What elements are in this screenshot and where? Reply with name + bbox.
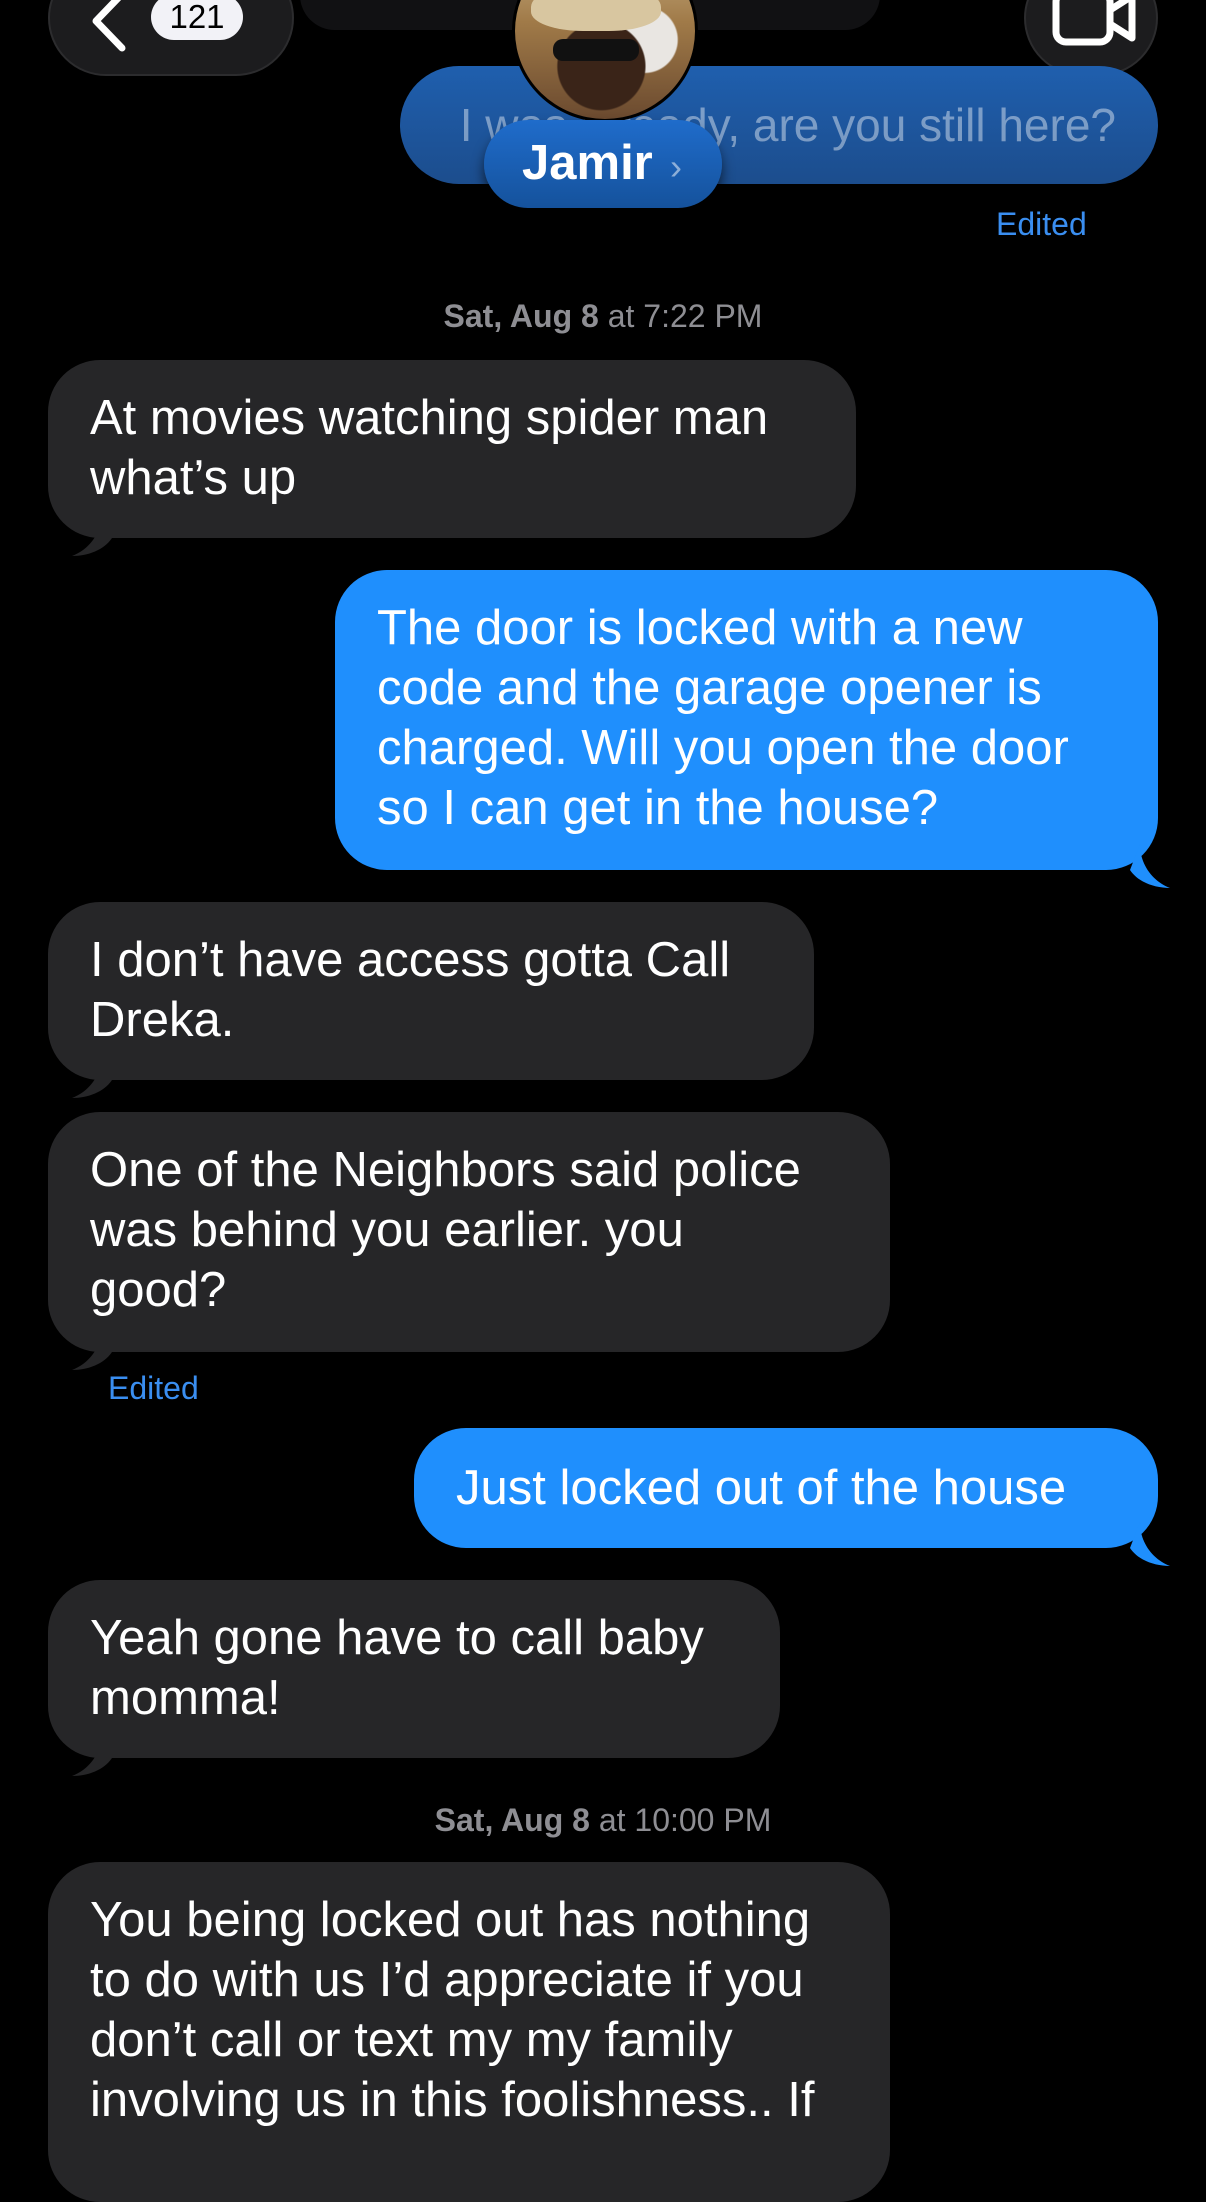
message-incoming[interactable]: You being locked out has nothing to do w…	[48, 1862, 890, 2202]
timestamp-time: at 10:00 PM	[589, 1802, 772, 1838]
unread-count-badge: 121	[151, 0, 243, 40]
edited-label: Edited	[996, 206, 1087, 242]
avatar-glasses	[553, 39, 639, 61]
message-incoming[interactable]: One of the Neighbors said police was beh…	[48, 1112, 890, 1352]
message-outgoing[interactable]: Just locked out of the house	[414, 1428, 1158, 1548]
message-incoming[interactable]: Yeah gone have to call baby momma!	[48, 1580, 780, 1758]
contact-name: Jamir	[522, 136, 653, 190]
bubble-tail	[72, 1054, 112, 1098]
timestamp-day: Sat, Aug 8	[434, 1802, 590, 1838]
bubble-tail	[1130, 844, 1170, 888]
chevron-left-icon[interactable]	[84, 0, 136, 52]
chevron-right-icon: ›	[670, 146, 682, 187]
avatar-face	[555, 23, 639, 119]
message-incoming[interactable]: At movies watching spider man what’s up	[48, 360, 856, 538]
timestamp: Sat, Aug 8 at 7:22 PM	[0, 298, 1206, 335]
message-incoming[interactable]: I don’t have access gotta Call Dreka.	[48, 902, 814, 1080]
timestamp-time: at 7:22 PM	[598, 298, 763, 334]
edited-label: Edited	[108, 1370, 199, 1406]
video-camera-icon[interactable]	[1052, 0, 1136, 46]
bubble-tail	[72, 1326, 112, 1370]
bubble-tail	[1130, 1522, 1170, 1566]
bubble-tail	[72, 512, 112, 556]
message-outgoing[interactable]: The door is locked with a new code and t…	[335, 570, 1158, 870]
timestamp-day: Sat, Aug 8	[443, 298, 599, 334]
timestamp: Sat, Aug 8 at 10:00 PM	[0, 1802, 1206, 1839]
contact-name-button[interactable]: Jamir	[484, 120, 722, 208]
bubble-tail	[72, 1732, 112, 1776]
avatar-hat	[531, 0, 661, 31]
